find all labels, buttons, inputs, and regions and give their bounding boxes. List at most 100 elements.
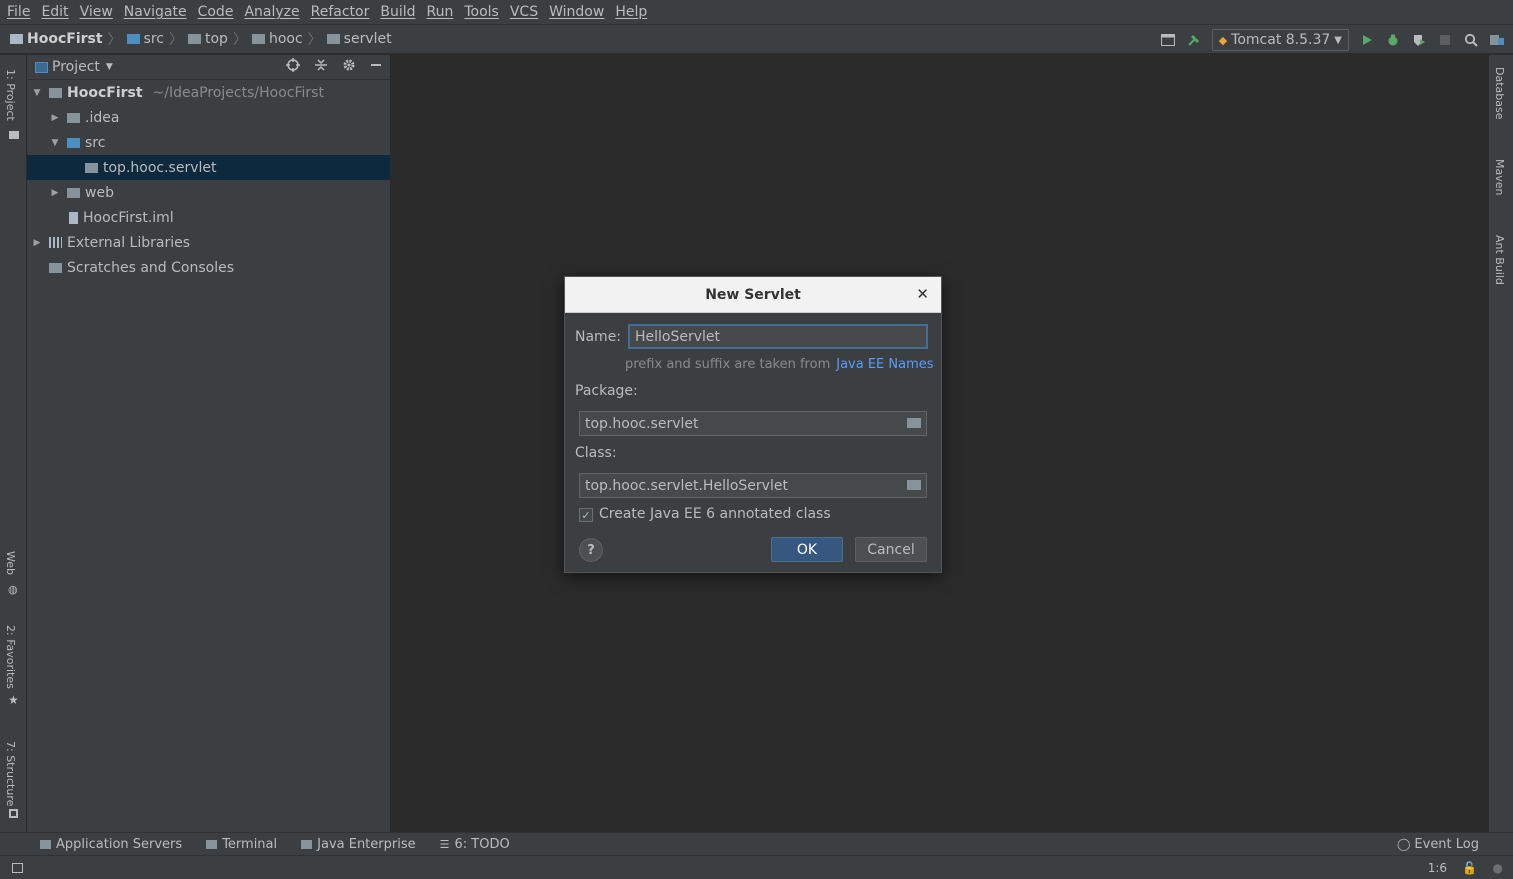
build-hammer-icon[interactable]: [1186, 32, 1202, 48]
name-input[interactable]: [628, 324, 928, 349]
project-view-selector[interactable]: Project: [52, 59, 100, 75]
libraries-icon: [49, 237, 62, 248]
database-tool-tab[interactable]: Database: [1493, 67, 1506, 120]
tab-application-servers[interactable]: Application Servers: [40, 837, 182, 852]
menu-file[interactable]: File: [4, 4, 33, 20]
project-folder-icon: [10, 34, 23, 44]
menu-run[interactable]: Run: [424, 4, 457, 20]
hide-panel-icon[interactable]: [370, 59, 382, 75]
inspector-icon[interactable]: ●: [1493, 861, 1503, 875]
menu-help[interactable]: Help: [612, 4, 650, 20]
run-configuration-select[interactable]: ◆ Tomcat 8.5.37 ▼: [1211, 29, 1349, 51]
gear-icon[interactable]: [342, 58, 356, 76]
status-bar: 1:6 🔓 ●: [0, 855, 1513, 879]
new-servlet-dialog: New Servlet ✕ Name: prefix and suffix ar…: [564, 276, 942, 573]
menu-bar: File Edit View Navigate Code Analyze Ref…: [0, 0, 1513, 24]
tree-item-web[interactable]: ▶ web: [27, 180, 390, 205]
breadcrumb-hooc[interactable]: hooc 〉: [251, 29, 327, 49]
breadcrumb-project[interactable]: HoocFirst 〉: [10, 29, 127, 49]
collapsed-arrow-icon[interactable]: ▶: [31, 238, 43, 248]
breadcrumb-servlet[interactable]: servlet: [326, 31, 392, 47]
tree-item-idea[interactable]: ▶ .idea: [27, 105, 390, 130]
java-ee-names-link[interactable]: Java EE Names: [836, 357, 933, 372]
lock-icon[interactable]: 🔓: [1462, 861, 1477, 875]
package-label: Package:: [575, 383, 638, 399]
tree-item-src[interactable]: ▼ src: [27, 130, 390, 155]
locate-target-icon[interactable]: [286, 58, 300, 76]
collapsed-arrow-icon[interactable]: ▶: [49, 113, 61, 123]
tab-todo[interactable]: ☰ 6: TODO: [440, 837, 510, 852]
globe-icon: ◍: [8, 583, 18, 596]
annotated-class-checkbox[interactable]: ✓: [579, 508, 593, 522]
menu-vcs[interactable]: VCS: [507, 4, 541, 20]
expanded-arrow-icon[interactable]: ▼: [31, 88, 43, 98]
star-icon: ★: [8, 693, 19, 707]
annotated-class-label[interactable]: Create Java EE 6 annotated class: [599, 506, 831, 522]
breadcrumb-top[interactable]: top 〉: [188, 29, 252, 49]
package-icon: [188, 34, 201, 44]
source-folder-icon: [67, 137, 80, 148]
browse-folder-icon[interactable]: [907, 418, 921, 428]
debug-bug-icon[interactable]: [1385, 32, 1401, 48]
toggle-tool-windows-icon[interactable]: [12, 862, 23, 873]
main-toolbar: ◆ Tomcat 8.5.37 ▼: [1160, 25, 1505, 55]
tomcat-icon: ◆: [1218, 33, 1228, 47]
menu-edit[interactable]: Edit: [38, 4, 71, 20]
tab-java-enterprise[interactable]: Java Enterprise: [301, 837, 416, 852]
close-icon[interactable]: ✕: [916, 285, 929, 303]
menu-refactor[interactable]: Refactor: [308, 4, 373, 20]
web-tool-tab[interactable]: Web: [4, 551, 17, 575]
source-folder-icon: [126, 34, 140, 44]
tree-item-package-servlet[interactable]: top.hooc.servlet: [27, 155, 390, 180]
browse-folder-icon[interactable]: [907, 480, 921, 490]
tree-item-scratches[interactable]: Scratches and Consoles: [27, 255, 390, 280]
scratches-icon: [49, 262, 62, 273]
cancel-button[interactable]: Cancel: [855, 537, 927, 562]
menu-view[interactable]: View: [77, 4, 116, 20]
project-view-icon: [35, 61, 48, 73]
event-log-icon: ◯: [1396, 837, 1411, 851]
ant-build-tool-tab[interactable]: Ant Build: [1493, 235, 1506, 285]
menu-tools[interactable]: Tools: [461, 4, 502, 20]
breadcrumb-separator-icon: 〉: [307, 32, 322, 48]
menu-code[interactable]: Code: [195, 4, 237, 20]
chevron-down-icon[interactable]: ▼: [106, 62, 113, 72]
project-structure-icon[interactable]: [1489, 32, 1505, 48]
project-panel-actions: [286, 58, 390, 76]
class-input[interactable]: [579, 473, 927, 498]
tree-item-external-libraries[interactable]: ▶ External Libraries: [27, 230, 390, 255]
tree-item-hoocfirst[interactable]: ▼ HoocFirst ~/IdeaProjects/HoocFirst: [27, 80, 390, 105]
breadcrumb-src[interactable]: src 〉: [126, 29, 188, 49]
structure-tool-tab[interactable]: 7: Structure: [4, 741, 17, 806]
caret-position[interactable]: 1:6: [1428, 861, 1447, 875]
collapse-all-icon[interactable]: [314, 58, 328, 76]
search-icon[interactable]: [1463, 32, 1479, 48]
menu-window[interactable]: Window: [546, 4, 607, 20]
layout-icon[interactable]: [1160, 32, 1176, 48]
menu-build[interactable]: Build: [377, 4, 418, 20]
dialog-title: New Servlet: [705, 286, 801, 303]
run-with-coverage-icon[interactable]: [1411, 32, 1427, 48]
collapsed-arrow-icon[interactable]: ▶: [49, 188, 61, 198]
tab-terminal[interactable]: Terminal: [206, 837, 277, 852]
project-panel: Project ▼ ▼ HoocFirst ~/IdeaProjects/Hoo…: [27, 55, 391, 832]
web-folder-icon: [67, 187, 80, 198]
tree-item-iml-file[interactable]: HoocFirst.iml: [27, 205, 390, 230]
event-log-button[interactable]: ◯ Event Log: [1397, 837, 1479, 852]
favorites-tool-tab[interactable]: 2: Favorites: [4, 625, 17, 689]
menu-navigate[interactable]: Navigate: [121, 4, 190, 20]
package-icon: [326, 34, 340, 44]
run-icon[interactable]: [1359, 32, 1375, 48]
java-enterprise-icon: [301, 839, 313, 849]
module-file-icon: [69, 211, 78, 224]
maven-tool-tab[interactable]: Maven: [1493, 159, 1506, 195]
name-hint: prefix and suffix are taken from Java EE …: [625, 357, 934, 372]
project-tool-tab[interactable]: 1: Project: [4, 69, 17, 121]
expanded-arrow-icon[interactable]: ▼: [49, 138, 61, 148]
right-tool-strip: Database Maven Ant Build: [1488, 55, 1513, 832]
package-input[interactable]: [579, 411, 927, 436]
ok-button[interactable]: OK: [771, 537, 843, 562]
stop-icon[interactable]: [1437, 32, 1453, 48]
menu-analyze[interactable]: Analyze: [241, 4, 302, 20]
help-button[interactable]: ?: [579, 538, 603, 562]
